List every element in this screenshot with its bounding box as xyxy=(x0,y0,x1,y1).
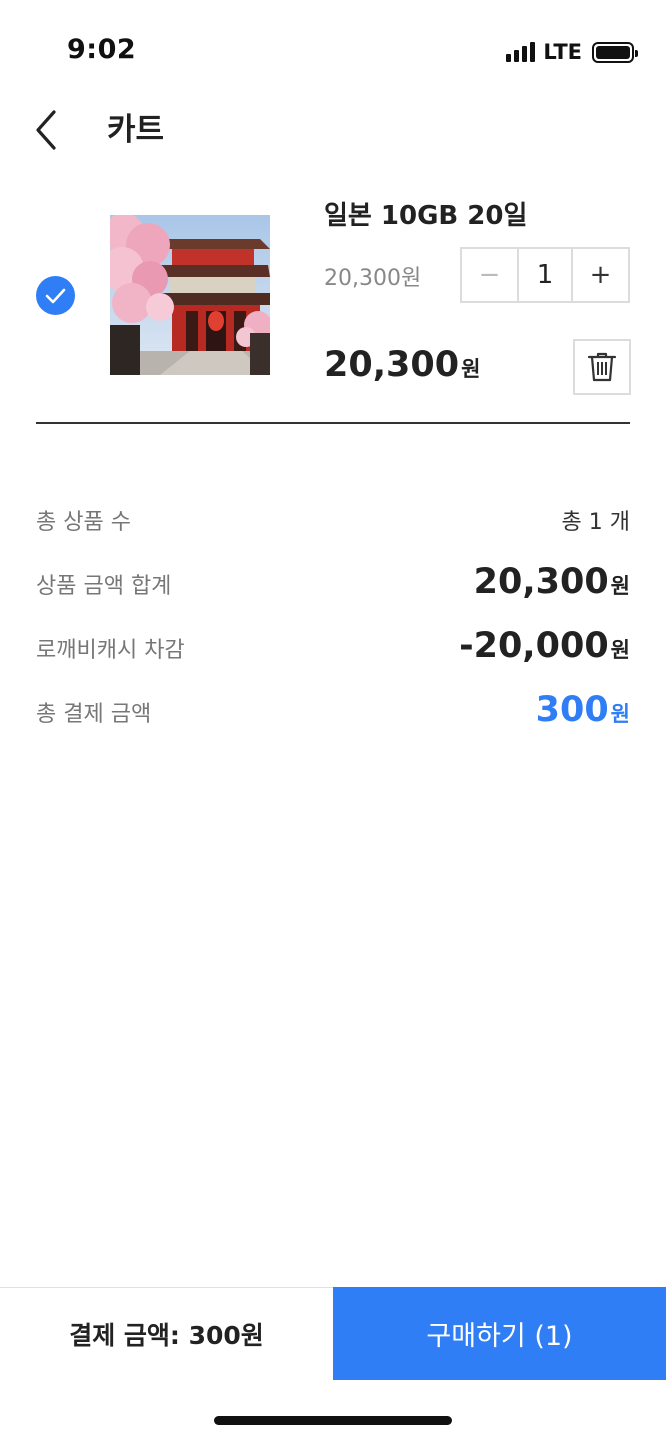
decrease-button[interactable]: − xyxy=(462,249,517,301)
summary-unit: 원 xyxy=(610,638,630,662)
product-image xyxy=(110,215,270,375)
summary-label: 총 결제 금액 xyxy=(36,702,152,727)
product-title: 일본 10GB 20일 xyxy=(324,201,528,231)
summary-row-count: 총 상품 수 총 1 개 xyxy=(36,504,630,564)
purchase-button[interactable]: 구매하기 (1) xyxy=(333,1287,666,1380)
network-type: LTE xyxy=(543,40,582,64)
summary-value: -20,000원 xyxy=(459,626,630,666)
summary-label: 총 상품 수 xyxy=(36,510,131,535)
check-icon[interactable] xyxy=(36,276,75,315)
status-bar: 9:02 LTE xyxy=(0,0,666,100)
summary-number: -20,000 xyxy=(459,626,609,666)
payment-amount: 결제 금액: 300원 xyxy=(69,1320,264,1350)
line-total-number: 20,300 xyxy=(324,345,460,385)
line-total: 20,300원 xyxy=(324,345,480,385)
summary-row-cash-deduction: 로깨비캐시 차감 -20,000원 xyxy=(36,626,630,692)
trash-icon xyxy=(587,352,617,382)
summary-number: 20,300 xyxy=(473,562,609,602)
unit-price: 20,300원 xyxy=(324,266,422,291)
page-title: 카트 xyxy=(107,112,165,148)
summary-number: 300 xyxy=(535,690,609,730)
checkout-bar: 결제 금액: 300원 구매하기 (1) xyxy=(0,1287,666,1380)
status-time: 9:02 xyxy=(67,34,137,65)
summary-row-subtotal: 상품 금액 합계 20,300원 xyxy=(36,562,630,628)
battery-icon xyxy=(592,41,638,63)
signal-icon xyxy=(506,42,536,62)
summary-value: 20,300원 xyxy=(474,562,630,602)
summary-label: 상품 금액 합계 xyxy=(36,574,172,599)
summary-value: 총 1 개 xyxy=(561,510,630,535)
summary-row-total: 총 결제 금액 300원 xyxy=(36,690,630,756)
summary-unit: 원 xyxy=(610,574,630,598)
line-total-unit: 원 xyxy=(461,357,481,381)
cart-item: 일본 10GB 20일 20,300원 − 1 + 20,300원 xyxy=(0,185,666,425)
summary-value: 300원 xyxy=(536,690,630,730)
quantity-value: 1 xyxy=(517,249,573,301)
nav-bar: 카트 xyxy=(0,100,666,156)
summary-unit: 원 xyxy=(610,702,630,726)
quantity-stepper: − 1 + xyxy=(460,247,630,303)
increase-button[interactable]: + xyxy=(573,249,628,301)
status-indicators: LTE xyxy=(506,40,638,64)
summary-label: 로깨비캐시 차감 xyxy=(36,638,185,663)
back-icon[interactable] xyxy=(28,104,68,152)
divider xyxy=(36,422,630,424)
home-indicator xyxy=(214,1416,452,1425)
delete-button[interactable] xyxy=(573,339,631,395)
